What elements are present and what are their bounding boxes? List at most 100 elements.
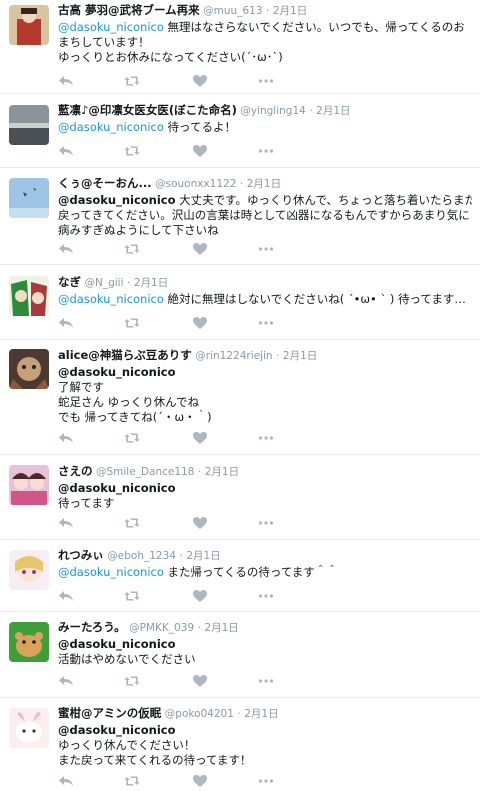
tweet-item[interactable]: れつみぃ @eboh_1234 · 2月1日 @dasoku_niconico …: [0, 540, 480, 612]
tweet-item[interactable]: alice@神猫らぶ豆ありす @rin1224riejin · 2月1日 @da…: [0, 340, 480, 455]
avatar[interactable]: [9, 178, 49, 218]
reply-icon[interactable]: [58, 515, 74, 531]
heart-icon[interactable]: [192, 241, 208, 257]
user-handle[interactable]: @eboh_1234: [107, 550, 176, 562]
more-icon[interactable]: [258, 73, 274, 89]
tweet-text-line: 待ってます: [58, 496, 115, 510]
avatar[interactable]: [9, 105, 49, 145]
tweet-actions: [58, 673, 288, 689]
timeline: 古高 夢羽@武将ブーム再来 @muu_613 · 2月1日 @dasoku_ni…: [0, 0, 480, 791]
mention-link[interactable]: @dasoku_niconico: [58, 20, 164, 34]
tweet-item[interactable]: 古高 夢羽@武将ブーム再来 @muu_613 · 2月1日 @dasoku_ni…: [0, 0, 480, 94]
more-icon[interactable]: [258, 315, 274, 331]
avatar[interactable]: [9, 276, 49, 316]
heart-icon[interactable]: [192, 430, 208, 446]
user-handle[interactable]: @muu_613: [203, 5, 262, 17]
more-icon[interactable]: [258, 515, 274, 531]
mention-link[interactable]: @dasoku_niconico: [58, 637, 176, 651]
user-handle[interactable]: @Smile_Dance118: [96, 466, 194, 478]
display-name[interactable]: alice@神猫らぶ豆ありす: [58, 348, 192, 362]
timestamp[interactable]: 2月1日: [204, 622, 238, 634]
user-handle[interactable]: @poko04201: [165, 708, 234, 720]
timestamp[interactable]: 2月1日: [316, 105, 350, 117]
timestamp[interactable]: 2月1日: [247, 178, 281, 190]
display-name[interactable]: みーたろう。: [58, 620, 126, 634]
tweet-text-line: まちしています！: [58, 35, 150, 49]
retweet-icon[interactable]: [124, 315, 140, 331]
more-icon[interactable]: [258, 143, 274, 159]
reply-icon[interactable]: [58, 773, 74, 789]
heart-icon[interactable]: [192, 588, 208, 604]
display-name[interactable]: れつみぃ: [58, 548, 104, 562]
user-handle[interactable]: @PMKK_039: [129, 622, 194, 634]
more-icon[interactable]: [258, 588, 274, 604]
avatar[interactable]: [9, 5, 49, 45]
more-icon[interactable]: [258, 673, 274, 689]
mention-link[interactable]: @dasoku_niconico: [58, 120, 164, 134]
reply-icon[interactable]: [58, 430, 74, 446]
timestamp[interactable]: 2月1日: [273, 5, 307, 17]
tweet-item[interactable]: くぅ@そーおん... @souonxx1122 · 2月1日 @dasoku_n…: [0, 168, 480, 265]
heart-icon[interactable]: [192, 515, 208, 531]
heart-icon[interactable]: [192, 143, 208, 159]
timestamp[interactable]: 2月1日: [283, 350, 317, 362]
reply-icon[interactable]: [58, 673, 74, 689]
mention-link[interactable]: @dasoku_niconico: [58, 565, 164, 579]
user-handle[interactable]: @N_giii: [85, 277, 124, 289]
user-handle[interactable]: @yingling14: [240, 105, 305, 117]
more-icon[interactable]: [258, 241, 274, 257]
retweet-icon[interactable]: [124, 73, 140, 89]
heart-icon[interactable]: [192, 773, 208, 789]
display-name[interactable]: なぎ: [58, 275, 81, 289]
reply-icon[interactable]: [58, 588, 74, 604]
display-name[interactable]: 古高 夢羽@武将ブーム再来: [58, 3, 200, 17]
heart-icon[interactable]: [192, 315, 208, 331]
avatar[interactable]: [9, 708, 49, 748]
mention-link[interactable]: @dasoku_niconico: [58, 193, 176, 207]
reply-icon[interactable]: [58, 73, 74, 89]
user-handle[interactable]: @souonxx1122: [155, 178, 236, 190]
mention-link[interactable]: @dasoku_niconico: [58, 723, 176, 737]
avatar[interactable]: [9, 465, 49, 505]
reply-icon[interactable]: [58, 143, 74, 159]
timestamp[interactable]: 2月1日: [186, 550, 220, 562]
retweet-icon[interactable]: [124, 241, 140, 257]
reply-icon[interactable]: [58, 315, 74, 331]
heart-icon[interactable]: [192, 673, 208, 689]
display-name[interactable]: 藍凛♪@印凛女医女医(ぼこた命名): [58, 103, 237, 117]
avatar[interactable]: [9, 550, 49, 590]
timestamp[interactable]: 2月1日: [244, 708, 278, 720]
retweet-icon[interactable]: [124, 588, 140, 604]
tweet-actions: [58, 773, 288, 789]
tweet-item[interactable]: 蜜柑@アミンの仮眠 @poko04201 · 2月1日 @dasoku_nico…: [0, 698, 480, 791]
tweet-item[interactable]: みーたろう。 @PMKK_039 · 2月1日 @dasoku_niconico…: [0, 612, 480, 698]
tweet-actions: [58, 73, 288, 89]
more-icon[interactable]: [258, 430, 274, 446]
retweet-icon[interactable]: [124, 773, 140, 789]
more-icon[interactable]: [258, 773, 274, 789]
tweet-actions: [58, 143, 288, 159]
avatar[interactable]: [9, 349, 49, 389]
tweet-item[interactable]: さえの @Smile_Dance118 · 2月1日 @dasoku_nicon…: [0, 455, 480, 540]
heart-icon[interactable]: [192, 73, 208, 89]
user-handle[interactable]: @rin1224riejin: [195, 350, 272, 362]
retweet-icon[interactable]: [124, 143, 140, 159]
tweet-item[interactable]: なぎ @N_giii · 2月1日 @dasoku_niconico 絶対に無理…: [0, 265, 480, 340]
timestamp[interactable]: 2月1日: [134, 277, 168, 289]
tweet-text-line: 蛇足さん ゆっくり休んでね: [58, 395, 200, 409]
retweet-icon[interactable]: [124, 673, 140, 689]
tweet-item[interactable]: 藍凛♪@印凛女医女医(ぼこた命名) @yingling14 · 2月1日 @da…: [0, 94, 480, 168]
display-name[interactable]: くぅ@そーおん...: [58, 176, 152, 190]
retweet-icon[interactable]: [124, 515, 140, 531]
display-name[interactable]: さえの: [58, 464, 93, 478]
avatar[interactable]: [9, 622, 49, 662]
timestamp[interactable]: 2月1日: [205, 466, 239, 478]
mention-link[interactable]: @dasoku_niconico: [58, 481, 176, 495]
retweet-icon[interactable]: [124, 430, 140, 446]
tweet-text: @dasoku_niconico 絶対に無理はしないでくださいね( ´•ω• `…: [58, 292, 472, 307]
tweet-text: @dasoku_niconico 待ってます: [58, 481, 472, 511]
mention-link[interactable]: @dasoku_niconico: [58, 365, 176, 379]
display-name[interactable]: 蜜柑@アミンの仮眠: [58, 706, 161, 720]
reply-icon[interactable]: [58, 241, 74, 257]
mention-link[interactable]: @dasoku_niconico: [58, 292, 164, 306]
